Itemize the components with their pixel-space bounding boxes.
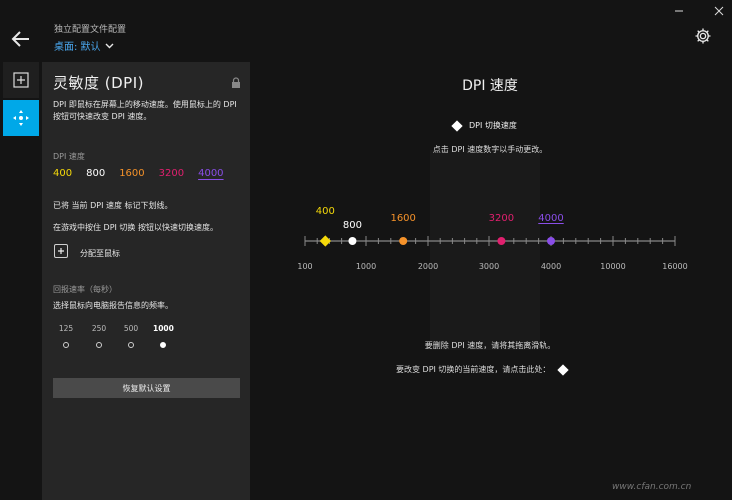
dpi-speed-label: DPI 速度 bbox=[53, 152, 85, 161]
delete-hint: 要删除 DPI 速度，请将其拖离滑轨。 bbox=[424, 341, 556, 350]
dpi-shift-label: DPI 切换速度 bbox=[469, 121, 517, 130]
profile-config-title: 独立配置文件配置 bbox=[54, 25, 127, 35]
dpi-stage-handle[interactable] bbox=[547, 237, 555, 245]
report-rate-radio-1000[interactable] bbox=[160, 342, 166, 348]
move-arrows-icon bbox=[12, 109, 30, 127]
report-rate-option-label: 250 bbox=[91, 324, 107, 333]
axis-tick-label: 16000 bbox=[662, 262, 688, 271]
close-icon[interactable] bbox=[712, 4, 726, 18]
sensitivity-panel: 灵敏度 (DPI) DPI 即鼠标在屏幕上的移动速度。使用鼠标上的 DPI 按钮… bbox=[42, 62, 250, 500]
dpi-stage-label[interactable]: 800 bbox=[343, 220, 362, 231]
dpi-stage-label[interactable]: 3200 bbox=[489, 213, 514, 224]
background-shade bbox=[430, 150, 540, 350]
panel-title: 灵敏度 (DPI) bbox=[53, 74, 144, 92]
axis-tick-label: 3000 bbox=[478, 262, 500, 271]
change-shift-row: 要改变 DPI 切换的当前速度，请点击此处： bbox=[396, 363, 570, 376]
dpi-stage-label[interactable]: 400 bbox=[316, 206, 335, 217]
edit-hint: 点击 DPI 速度数字以手动更改。 bbox=[432, 145, 548, 154]
dpi-level-current[interactable]: 4000 bbox=[198, 168, 223, 179]
report-rate-label: 回报速率（每秒） bbox=[53, 285, 117, 294]
axis-tick-label: 2000 bbox=[417, 262, 439, 271]
report-rate-radio-500[interactable] bbox=[128, 342, 134, 348]
rail-add-button[interactable] bbox=[3, 62, 39, 98]
dpi-level[interactable]: 400 bbox=[53, 168, 72, 179]
left-rail bbox=[0, 62, 40, 500]
dpi-level[interactable]: 1600 bbox=[119, 168, 144, 179]
dpi-shift-legend: DPI 切换速度 bbox=[451, 119, 517, 132]
dpi-stage-handle[interactable] bbox=[348, 237, 357, 245]
axis-tick-label: 1000 bbox=[355, 262, 377, 271]
dpi-level[interactable]: 3200 bbox=[159, 168, 184, 179]
report-rate-option-label-selected: 1000 bbox=[153, 324, 174, 333]
report-rate-description: 选择鼠标向电脑报告信息的频率。 bbox=[53, 301, 173, 310]
profile-name: 桌面: 默认 bbox=[54, 42, 101, 53]
dpi-level[interactable]: 800 bbox=[86, 168, 105, 179]
dpi-stage-label[interactable]: 4000 bbox=[538, 213, 563, 224]
back-arrow-icon[interactable] bbox=[10, 28, 32, 50]
report-rate-option-label: 125 bbox=[58, 324, 74, 333]
minimize-icon[interactable] bbox=[672, 4, 686, 18]
panel-description: DPI 即鼠标在屏幕上的移动速度。使用鼠标上的 DPI 按钮可快速改变 DPI … bbox=[53, 100, 237, 121]
watermark: www.cfan.com.cn bbox=[612, 482, 692, 492]
report-rate-radio-250[interactable] bbox=[96, 342, 102, 348]
dpi-stage-handle[interactable] bbox=[399, 237, 408, 245]
dpi-stage-label[interactable]: 1600 bbox=[390, 213, 415, 224]
dpi-stage-handle[interactable] bbox=[319, 235, 331, 247]
plus-box-icon bbox=[13, 72, 29, 88]
lock-icon[interactable] bbox=[231, 77, 241, 89]
dpi-shift-note: 在游戏中按住 DPI 切换 按钮以快速切换速度。 bbox=[53, 223, 218, 232]
assign-to-mouse-link[interactable]: 分配至鼠标 bbox=[80, 248, 120, 259]
axis-tick-label: 4000 bbox=[540, 262, 562, 271]
report-rate-option-label: 500 bbox=[123, 324, 139, 333]
dpi-level-list: 400 800 1600 3200 4000 bbox=[53, 168, 224, 179]
rail-dpi-button[interactable] bbox=[3, 100, 39, 136]
change-shift-hint: 要改变 DPI 切换的当前速度，请点击此处： bbox=[396, 365, 551, 374]
dpi-shift-set-button[interactable] bbox=[557, 363, 570, 376]
gear-icon[interactable] bbox=[694, 27, 712, 45]
current-dpi-note: 已将 当前 DPI 速度 标记下划线。 bbox=[53, 201, 173, 210]
axis-tick-label: 100 bbox=[297, 262, 313, 271]
main-title: DPI 速度 bbox=[462, 78, 518, 94]
chevron-down-icon bbox=[105, 41, 114, 50]
restore-defaults-button[interactable]: 恢复默认设置 bbox=[53, 378, 240, 398]
report-rate-radio-125[interactable] bbox=[63, 342, 69, 348]
assign-to-mouse-button[interactable] bbox=[54, 244, 68, 258]
axis-tick-label: 10000 bbox=[600, 262, 626, 271]
diamond-icon bbox=[451, 119, 463, 132]
profile-dropdown[interactable]: 桌面: 默认 bbox=[54, 38, 114, 53]
